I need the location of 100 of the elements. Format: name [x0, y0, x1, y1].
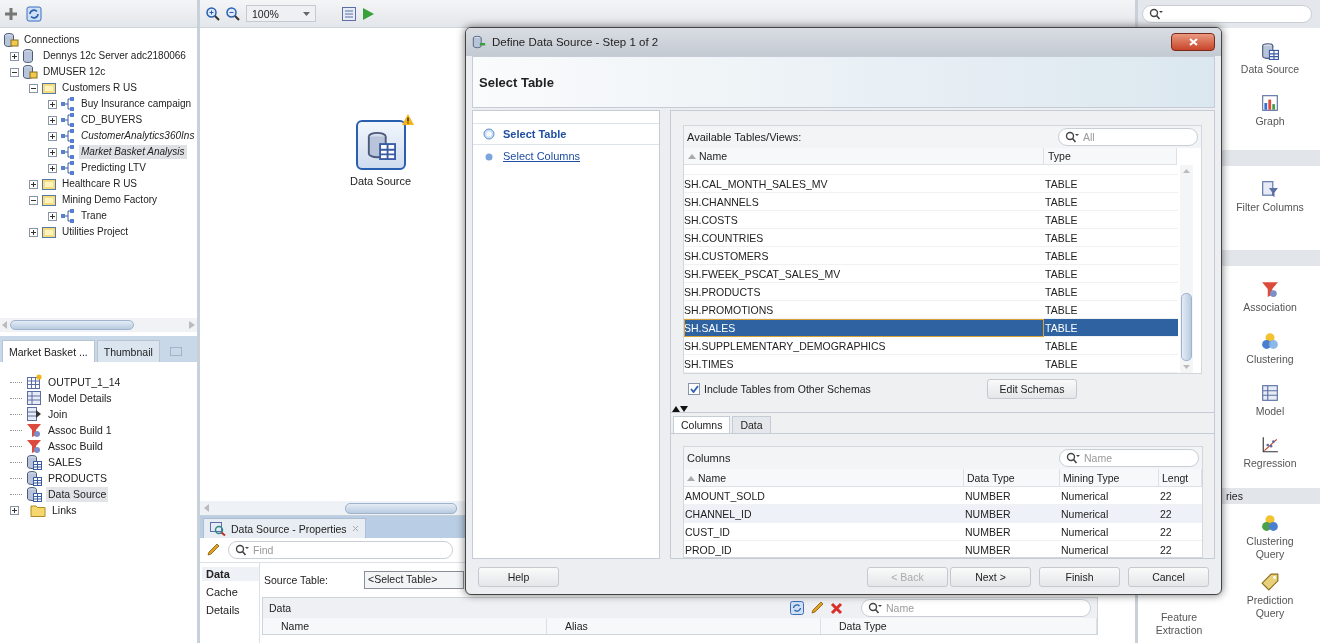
- tree-item[interactable]: Healthcare R US: [60, 177, 140, 191]
- tree-item[interactable]: Dennys 12c Server adc2180066: [41, 49, 188, 63]
- table-row[interactable]: PROD_ID NUMBER Numerical 22: [684, 541, 1202, 557]
- zoom-in-icon[interactable]: [206, 6, 220, 21]
- section-item[interactable]: Cache: [202, 585, 259, 599]
- expand-icon[interactable]: [48, 115, 57, 125]
- collapse-icon[interactable]: [29, 83, 38, 93]
- table-row[interactable]: SH.CUSTOMERS TABLE: [684, 247, 1178, 265]
- tree-item[interactable]: Connections: [22, 33, 82, 47]
- column-header[interactable]: Type: [1044, 148, 1177, 165]
- dialog-button[interactable]: Help: [478, 566, 559, 587]
- tree-item[interactable]: CD_BUYERS: [79, 113, 145, 127]
- tree-item[interactable]: Customers R US: [60, 81, 139, 95]
- palette-item[interactable]: Feature Extraction: [1138, 611, 1220, 643]
- table-row[interactable]: SH.CAL_MONTH_SALES_MV TABLE: [684, 175, 1178, 193]
- tree-item[interactable]: Market Basket Analysis: [79, 145, 187, 159]
- column-header[interactable]: Name: [684, 148, 1044, 165]
- palette-item[interactable]: Regression: [1220, 430, 1320, 482]
- palette-item[interactable]: Clustering: [1220, 326, 1320, 378]
- palette-item[interactable]: Association: [1220, 274, 1320, 326]
- step-link[interactable]: Select Table: [503, 128, 567, 140]
- dialog-button[interactable]: Finish: [1039, 566, 1120, 587]
- refresh-icon[interactable]: [790, 601, 804, 615]
- expand-icon[interactable]: [10, 51, 19, 61]
- plus-icon[interactable]: [4, 6, 18, 21]
- search-field[interactable]: [1142, 5, 1312, 23]
- zoom-dropdown[interactable]: 100%: [246, 5, 316, 22]
- checkbox[interactable]: Include Tables from Other Schemas: [688, 382, 871, 395]
- tree-item[interactable]: Data Source: [46, 486, 109, 502]
- tree-item[interactable]: SALES: [46, 454, 84, 470]
- palette-item[interactable]: Clustering Query: [1220, 508, 1320, 567]
- tree-item[interactable]: PRODUCTS: [46, 470, 109, 486]
- table-row[interactable]: SH.SUPPLEMENTARY_DEMOGRAPHICS TABLE: [684, 337, 1178, 355]
- tree-item[interactable]: OUTPUT_1_14: [46, 374, 123, 390]
- column-header[interactable]: Name: [684, 469, 964, 488]
- refresh-icon[interactable]: [26, 5, 42, 22]
- tree-item[interactable]: Utilities Project: [60, 225, 131, 239]
- table-row[interactable]: SH.COSTS TABLE: [684, 211, 1178, 229]
- expand-icon[interactable]: [48, 211, 57, 221]
- delete-icon[interactable]: [830, 601, 843, 615]
- zoom-out-icon[interactable]: [226, 6, 240, 21]
- tree-item[interactable]: Model Details: [46, 390, 114, 406]
- tree-item[interactable]: CustomerAnalytics360Ins: [79, 129, 197, 143]
- table-row[interactable]: CHANNEL_ID NUMBER Numerical 22: [684, 505, 1202, 524]
- column-header[interactable]: Mining Type: [1060, 469, 1159, 488]
- tree-item[interactable]: Buy Insurance campaign: [79, 97, 194, 111]
- column-header[interactable]: Alias: [547, 618, 821, 634]
- expand-icon[interactable]: [48, 163, 57, 173]
- tree-item[interactable]: Trane: [79, 209, 109, 223]
- workflow-node[interactable]: [355, 120, 406, 170]
- palette-item[interactable]: Data Source: [1220, 36, 1320, 88]
- section-item[interactable]: Data: [202, 567, 259, 581]
- scrollbar-thumb[interactable]: [345, 502, 457, 514]
- expand-icon[interactable]: [48, 99, 57, 109]
- table-row[interactable]: CUST_ID NUMBER Numerical 22: [684, 523, 1202, 542]
- tree-item[interactable]: DMUSER 12c: [41, 65, 108, 79]
- dialog-button[interactable]: Cancel: [1128, 566, 1209, 587]
- scrollbar[interactable]: [1180, 165, 1193, 373]
- table-row[interactable]: SH.TIMES TABLE: [684, 355, 1178, 373]
- expand-icon[interactable]: [29, 227, 38, 237]
- tree-item[interactable]: Links: [50, 502, 79, 518]
- tab[interactable]: Thumbnail: [96, 340, 160, 362]
- scrollbar-thumb[interactable]: [10, 320, 134, 330]
- collapse-icon[interactable]: [29, 195, 38, 205]
- section-item[interactable]: Details: [202, 603, 259, 617]
- dialog-button[interactable]: Next >: [950, 566, 1031, 587]
- tree-item[interactable]: Join: [46, 406, 70, 422]
- close-button[interactable]: [1171, 33, 1215, 51]
- table-row[interactable]: SH.SALES TABLE: [684, 319, 1178, 337]
- run-icon[interactable]: [362, 6, 375, 21]
- palette-item[interactable]: Model: [1220, 378, 1320, 430]
- tab[interactable]: Columns: [673, 416, 731, 434]
- tree-item[interactable]: Predicting LTV: [79, 161, 148, 175]
- table-dropdown[interactable]: <Select Table>: [364, 571, 464, 589]
- pencil-icon[interactable]: [810, 601, 824, 615]
- column-header[interactable]: Name: [263, 618, 547, 634]
- table-row[interactable]: SH.CHANNELS TABLE: [684, 193, 1178, 211]
- collapse-icon[interactable]: [10, 67, 19, 77]
- tree-item[interactable]: Assoc Build: [46, 438, 105, 454]
- expand-icon[interactable]: [48, 131, 57, 141]
- tree-item[interactable]: Assoc Build 1: [46, 422, 114, 438]
- palette-item[interactable]: Graph: [1220, 88, 1320, 140]
- palette-item[interactable]: Prediction Query: [1220, 567, 1320, 643]
- table-row[interactable]: SH.FWEEK_PSCAT_SALES_MV TABLE: [684, 265, 1178, 283]
- step-link[interactable]: Select Columns: [503, 150, 581, 162]
- splitter-icon[interactable]: [671, 405, 689, 413]
- column-header[interactable]: Data Type: [964, 469, 1060, 488]
- properties-tab[interactable]: Data Source - Properties: [203, 518, 366, 538]
- expand-icon[interactable]: [48, 147, 57, 157]
- tab[interactable]: Data: [732, 416, 771, 434]
- expand-icon[interactable]: [10, 505, 19, 515]
- table-row[interactable]: SH.PRODUCTS TABLE: [684, 283, 1178, 301]
- tab[interactable]: Market Basket ...: [2, 340, 95, 362]
- pencil-icon[interactable]: [206, 543, 220, 557]
- tree-item[interactable]: Mining Demo Factory: [60, 193, 160, 207]
- column-header[interactable]: Data Type: [821, 618, 1097, 634]
- table-row[interactable]: SH.COUNTRIES TABLE: [684, 229, 1178, 247]
- column-header[interactable]: Lengt: [1159, 469, 1202, 488]
- edit-schemas-button[interactable]: Edit Schemas: [987, 378, 1077, 399]
- list-icon[interactable]: [342, 6, 356, 21]
